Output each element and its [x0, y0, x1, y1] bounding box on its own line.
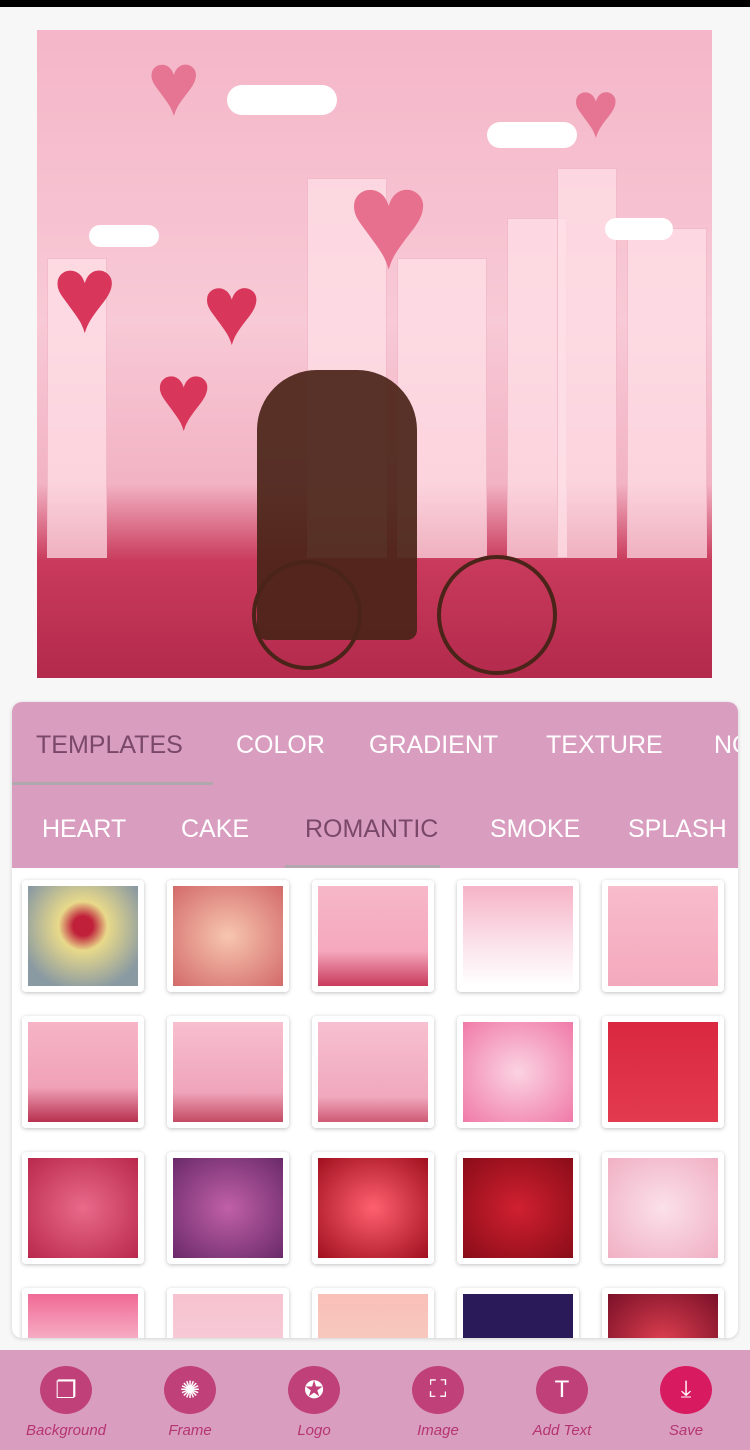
template-thumbnail[interactable] — [22, 1288, 144, 1338]
template-thumbnail[interactable] — [312, 1288, 434, 1338]
thumbnail-image — [28, 886, 138, 986]
image-add-icon: ⛶ — [412, 1366, 464, 1414]
thumbnail-image — [318, 1022, 428, 1122]
template-thumbnail[interactable] — [602, 880, 724, 992]
thumbnail-image — [318, 886, 428, 986]
template-thumbnail[interactable] — [457, 880, 579, 992]
template-thumbnail[interactable] — [457, 1152, 579, 1264]
thumbnail-image — [173, 1294, 283, 1338]
template-thumbnail[interactable] — [312, 1016, 434, 1128]
subtab-splash[interactable]: SPLASH — [628, 815, 727, 844]
toolbar-label: Save — [668, 1422, 704, 1439]
template-thumbnail[interactable] — [312, 880, 434, 992]
template-thumbnail[interactable] — [167, 1016, 289, 1128]
frame-button[interactable]: ✺ Frame — [135, 1366, 245, 1439]
template-thumbnail[interactable] — [22, 880, 144, 992]
template-thumbnail[interactable] — [22, 1152, 144, 1264]
background-panel: TEMPLATES COLOR GRADIENT TEXTURE NO HEAR… — [12, 702, 738, 1338]
background-icon: ❐ — [40, 1366, 92, 1414]
logo-icon: ✪ — [288, 1366, 340, 1414]
template-thumbnail[interactable] — [602, 1152, 724, 1264]
thumbnail-image — [318, 1294, 428, 1338]
tab-bars: TEMPLATES COLOR GRADIENT TEXTURE NO HEAR… — [12, 702, 738, 868]
tab-templates[interactable]: TEMPLATES — [36, 731, 183, 760]
template-thumbnail[interactable] — [602, 1016, 724, 1128]
logo-button[interactable]: ✪ Logo — [259, 1366, 369, 1439]
image-button[interactable]: ⛶ Image — [383, 1366, 493, 1439]
toolbar-label: Background — [25, 1422, 107, 1439]
thumbnail-image — [28, 1158, 138, 1258]
thumbnail-image — [173, 1158, 283, 1258]
subtab-romantic[interactable]: ROMANTIC — [305, 815, 438, 844]
tab-texture[interactable]: TEXTURE — [546, 731, 663, 760]
add-text-button[interactable]: T Add Text — [507, 1366, 617, 1439]
canvas-preview-image[interactable]: ♥ ♥ ♥ ♥ ♥ ♥ — [37, 30, 712, 678]
toolbar-label: Logo — [297, 1422, 331, 1439]
thumbnail-image — [28, 1022, 138, 1122]
thumbnail-image — [463, 1294, 573, 1338]
subtab-indicator — [285, 865, 440, 868]
template-thumbnail[interactable] — [457, 1016, 579, 1128]
thumbnail-image — [318, 1158, 428, 1258]
subtab-heart[interactable]: HEART — [42, 815, 126, 844]
template-thumbnail[interactable] — [167, 1288, 289, 1338]
template-thumbnail[interactable] — [167, 1152, 289, 1264]
thumbnail-image — [608, 886, 718, 986]
save-icon: ⤓ — [660, 1366, 712, 1414]
tab-indicator — [12, 782, 213, 785]
thumbnail-image — [463, 886, 573, 986]
thumbnail-image — [173, 1022, 283, 1122]
thumbnail-image — [173, 886, 283, 986]
tab-gradient[interactable]: GRADIENT — [369, 731, 498, 760]
tab-color[interactable]: COLOR — [236, 731, 325, 760]
background-button[interactable]: ❐ Background — [11, 1366, 121, 1439]
text-icon: T — [536, 1366, 588, 1414]
template-thumbnail[interactable] — [312, 1152, 434, 1264]
template-thumbnail[interactable] — [167, 880, 289, 992]
bottom-toolbar: ❐ Background ✺ Frame ✪ Logo ⛶ Image T Add Text ⤓ Sa… — [0, 1350, 750, 1450]
thumbnail-image — [608, 1158, 718, 1258]
status-bar — [0, 0, 750, 7]
toolbar-label: Frame — [168, 1422, 212, 1439]
toolbar-label: Image — [417, 1422, 459, 1439]
template-thumbnail[interactable] — [22, 1016, 144, 1128]
template-thumbnail[interactable] — [602, 1288, 724, 1338]
save-button[interactable]: ⤓ Save — [631, 1366, 741, 1439]
thumbnail-image — [463, 1022, 573, 1122]
template-thumbnail[interactable] — [457, 1288, 579, 1338]
subtab-smoke[interactable]: SMOKE — [490, 815, 580, 844]
thumbnail-image — [463, 1158, 573, 1258]
thumbnail-image — [608, 1022, 718, 1122]
thumbnail-image — [608, 1294, 718, 1338]
subtab-cake[interactable]: CAKE — [181, 815, 249, 844]
tab-none[interactable]: NO — [714, 731, 738, 760]
frame-icon: ✺ — [164, 1366, 216, 1414]
thumbnail-image — [28, 1294, 138, 1338]
toolbar-label: Add Text — [532, 1422, 592, 1439]
